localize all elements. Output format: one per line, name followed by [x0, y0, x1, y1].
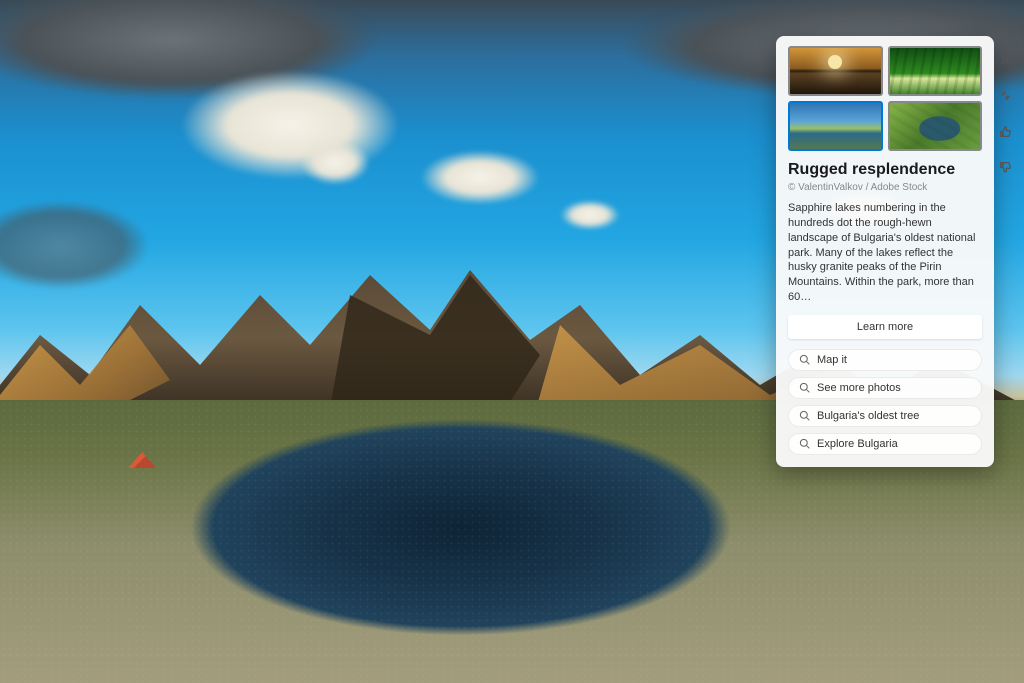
spotlight-info-card: Rugged resplendence © ValentinValkov / A…: [776, 36, 994, 467]
search-icon: [799, 410, 810, 421]
like-button[interactable]: [994, 120, 1016, 142]
learn-more-button[interactable]: Learn more: [788, 315, 982, 339]
suggestion-label: Map it: [817, 354, 847, 366]
search-icon: [799, 438, 810, 449]
close-icon: [999, 53, 1012, 66]
minimize-button[interactable]: [994, 84, 1016, 106]
thumbnail-mountain-lake[interactable]: [788, 101, 883, 151]
thumbnail-sunset-lake[interactable]: [788, 46, 883, 96]
spotlight-attribution: © ValentinValkov / Adobe Stock: [788, 182, 982, 193]
tent-graphic: [128, 452, 156, 468]
spotlight-title: Rugged resplendence: [788, 161, 982, 179]
suggestion-bulgarias-oldest-tree[interactable]: Bulgaria's oldest tree: [788, 405, 982, 427]
card-action-rail: [994, 48, 1016, 178]
thumbs-up-icon: [999, 125, 1012, 138]
thumbnail-bamboo-forest[interactable]: [888, 46, 983, 96]
spotlight-description: Sapphire lakes numbering in the hundreds…: [788, 201, 982, 305]
suggestion-label: See more photos: [817, 382, 901, 394]
close-button[interactable]: [994, 48, 1016, 70]
thumbs-down-icon: [999, 161, 1012, 174]
search-icon: [799, 354, 810, 365]
suggestion-see-more-photos[interactable]: See more photos: [788, 377, 982, 399]
suggestion-label: Explore Bulgaria: [817, 438, 898, 450]
suggestion-list: Map it See more photos Bulgaria's oldest…: [788, 349, 982, 455]
suggestion-explore-bulgaria[interactable]: Explore Bulgaria: [788, 433, 982, 455]
suggestion-map-it[interactable]: Map it: [788, 349, 982, 371]
wallpaper-thumbnails: [788, 46, 982, 151]
dislike-button[interactable]: [994, 156, 1016, 178]
minimize-icon: [999, 89, 1012, 102]
thumbnail-aerial-river[interactable]: [888, 101, 983, 151]
search-icon: [799, 382, 810, 393]
suggestion-label: Bulgaria's oldest tree: [817, 410, 919, 422]
